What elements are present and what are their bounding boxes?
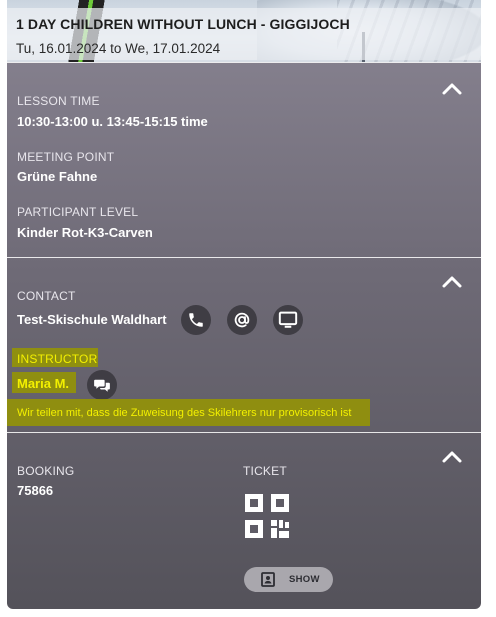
phone-icon	[189, 313, 203, 327]
website-button[interactable]	[273, 305, 303, 335]
contact-label: CONTACT	[17, 289, 76, 303]
booking-card: 1 DAY CHILDREN WITHOUT LUNCH - GIGGIJOCH…	[7, 0, 481, 609]
show-ticket-button[interactable]: SHOW	[244, 567, 333, 592]
email-button[interactable]	[227, 305, 257, 335]
chat-icon	[94, 379, 110, 392]
chevron-up-icon[interactable]	[441, 446, 463, 468]
contact-section: CONTACT Test-Skischule Waldhart INSTRUCT…	[7, 257, 481, 433]
booking-number: 75866	[17, 483, 54, 498]
course-dates: Tu, 16.01.2024 to We, 17.01.2024	[16, 41, 221, 56]
website-icon	[278, 311, 298, 328]
instructor-note: Wir teilen mit, dass die Zuweisung des S…	[17, 407, 352, 419]
participant-level-label: PARTICIPANT LEVEL	[17, 205, 139, 219]
meeting-point-value: Grüne Fahne	[17, 169, 98, 184]
ski-school-name: Test-Skischule Waldhart	[17, 312, 167, 327]
chevron-up-icon[interactable]	[441, 271, 463, 293]
email-icon	[234, 312, 250, 328]
course-header-image: 1 DAY CHILDREN WITHOUT LUNCH - GIGGIJOCH…	[7, 0, 481, 62]
ticket-card-icon	[261, 572, 275, 587]
phone-button[interactable]	[181, 305, 211, 335]
lesson-time-label: LESSON TIME	[17, 94, 100, 108]
lesson-time-value: 10:30-13:00 u. 13:45-15:15 time	[17, 114, 208, 129]
participant-level-value: Kinder Rot-K3-Carven	[17, 225, 153, 240]
instructor-label: INSTRUCTOR	[17, 352, 98, 366]
meeting-point-label: MEETING POINT	[17, 150, 115, 164]
lesson-details-section: LESSON TIME 10:30-13:00 u. 13:45-15:15 t…	[7, 62, 481, 258]
chevron-up-icon[interactable]	[441, 78, 463, 100]
show-button-label: SHOW	[289, 574, 320, 585]
booking-label: BOOKING	[17, 464, 75, 478]
course-title: 1 DAY CHILDREN WITHOUT LUNCH - GIGGIJOCH	[16, 16, 350, 32]
chat-button[interactable]	[87, 370, 117, 400]
instructor-name: Maria M.	[17, 376, 70, 391]
qr-code-icon	[245, 494, 289, 538]
ticket-label: TICKET	[243, 464, 287, 478]
